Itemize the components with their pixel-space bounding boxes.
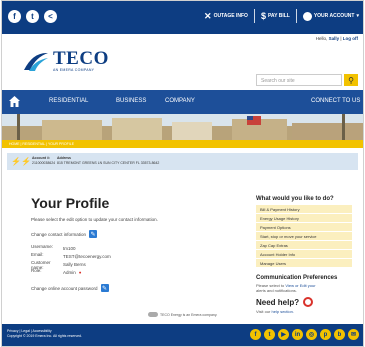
twitter-icon[interactable]: t bbox=[264, 329, 275, 340]
menu-item[interactable]: Manage Users bbox=[256, 259, 352, 268]
header: TECO AN EMERA COMPANY Hello, Sally | Log… bbox=[2, 34, 363, 90]
profile-section: Your Profile Please select the edit opti… bbox=[31, 195, 221, 292]
field-row: Username: tm100 bbox=[31, 244, 76, 251]
account-bar: ⚡⚡ Account #: 211000038624 Address 815 T… bbox=[7, 153, 358, 170]
twitter-icon[interactable]: t bbox=[26, 10, 39, 23]
blog-icon[interactable]: b bbox=[334, 329, 345, 340]
edit-contact-icon[interactable]: ✎ bbox=[89, 230, 98, 238]
greeting: Hello, Sally | Log off bbox=[315, 36, 358, 41]
search-input[interactable]: Search our site bbox=[256, 74, 342, 86]
field-row: Role: Admin ● bbox=[31, 268, 82, 275]
page: f t < ✕ OUTAGE INFO $ PAY BILL YOUR ACCO… bbox=[1, 0, 364, 347]
footer-social: f t ▶ in ◎ p b ✉ bbox=[250, 329, 359, 340]
search-icon: ⚲ bbox=[348, 75, 354, 85]
nav-residential[interactable]: RESIDENTIAL bbox=[49, 98, 88, 104]
nav-business[interactable]: BUSINESS bbox=[116, 98, 146, 104]
nav-connect[interactable]: CONNECT TO US bbox=[311, 98, 360, 104]
banner-image bbox=[2, 114, 363, 140]
facebook-icon[interactable]: f bbox=[8, 10, 21, 23]
instagram-icon[interactable]: ◎ bbox=[306, 329, 317, 340]
teco-logo[interactable]: TECO AN EMERA COMPANY bbox=[23, 48, 113, 78]
change-contact: Change contact information ✎ bbox=[31, 230, 98, 238]
copyright: Copyright © 2019 Emera Inc. All rights r… bbox=[7, 334, 82, 338]
breadcrumb[interactable]: HOME | RESIDENTIAL | YOUR PROFILE bbox=[2, 140, 363, 148]
logoff-link[interactable]: Log off bbox=[343, 36, 358, 41]
search-button[interactable]: ⚲ bbox=[344, 74, 358, 86]
facebook-icon[interactable]: f bbox=[250, 329, 261, 340]
partner-note: TECO Energy is an Emera company. bbox=[148, 312, 217, 317]
divider bbox=[253, 9, 255, 23]
edit-password-icon[interactable]: ✎ bbox=[100, 284, 109, 292]
menu-item[interactable]: Energy Usage History bbox=[256, 214, 352, 223]
pinterest-icon[interactable]: p bbox=[320, 329, 331, 340]
dollar-icon: $ bbox=[260, 10, 266, 21]
sidebar: What would you like to do? Bill & Paymen… bbox=[256, 196, 352, 314]
top-bar: f t < ✕ OUTAGE INFO $ PAY BILL YOUR ACCO… bbox=[2, 1, 363, 34]
info-icon[interactable]: ● bbox=[79, 270, 82, 275]
social-links: f t < bbox=[8, 10, 57, 23]
change-password: Change online account password ✎ bbox=[31, 284, 109, 292]
footer: Privacy | Legal | Accessibility Copyrigh… bbox=[2, 324, 363, 346]
menu-item[interactable]: Account Holder Info bbox=[256, 250, 352, 259]
pay-bill-link[interactable]: $ PAY BILL bbox=[260, 10, 290, 21]
action-menu: Bill & Payment History Energy Usage Hist… bbox=[256, 205, 352, 268]
page-title: Your Profile bbox=[31, 195, 110, 211]
lifebuoy-icon bbox=[303, 297, 314, 307]
lightning-icon: ⚡⚡ bbox=[11, 157, 31, 166]
email-icon[interactable]: ✉ bbox=[348, 329, 359, 340]
menu-item[interactable]: Start, stop or move your service bbox=[256, 232, 352, 241]
teco-logo-icon bbox=[24, 52, 48, 71]
menu-item[interactable]: Payment Options bbox=[256, 223, 352, 232]
chevron-down-icon: ▾ bbox=[356, 13, 359, 19]
home-icon[interactable] bbox=[9, 96, 20, 107]
hero-banner bbox=[2, 114, 363, 140]
help-section-link[interactable]: help section. bbox=[272, 309, 294, 314]
nav-company[interactable]: COMPANY bbox=[165, 98, 195, 104]
emera-logo-icon bbox=[148, 312, 158, 317]
field-row: Email: TEST@tecoenergy.com bbox=[31, 252, 111, 259]
your-account-menu[interactable]: YOUR ACCOUNT ▾ bbox=[302, 11, 359, 21]
user-icon bbox=[302, 11, 312, 21]
outage-info-link[interactable]: ✕ OUTAGE INFO bbox=[204, 10, 248, 21]
share-icon[interactable]: < bbox=[44, 10, 57, 23]
menu-item[interactable]: Zap Cap Extras bbox=[256, 241, 352, 250]
main-nav: RESIDENTIAL BUSINESS COMPANY CONNECT TO … bbox=[2, 90, 363, 114]
linkedin-icon[interactable]: in bbox=[292, 329, 303, 340]
profile-fields: Username: tm100 Email: TEST@tecoenergy.com… bbox=[31, 244, 221, 276]
field-row: Customer name: Sally Berns bbox=[31, 260, 86, 270]
outage-icon: ✕ bbox=[204, 10, 212, 21]
divider bbox=[295, 9, 297, 23]
youtube-icon[interactable]: ▶ bbox=[278, 329, 289, 340]
menu-item[interactable]: Bill & Payment History bbox=[256, 205, 352, 214]
